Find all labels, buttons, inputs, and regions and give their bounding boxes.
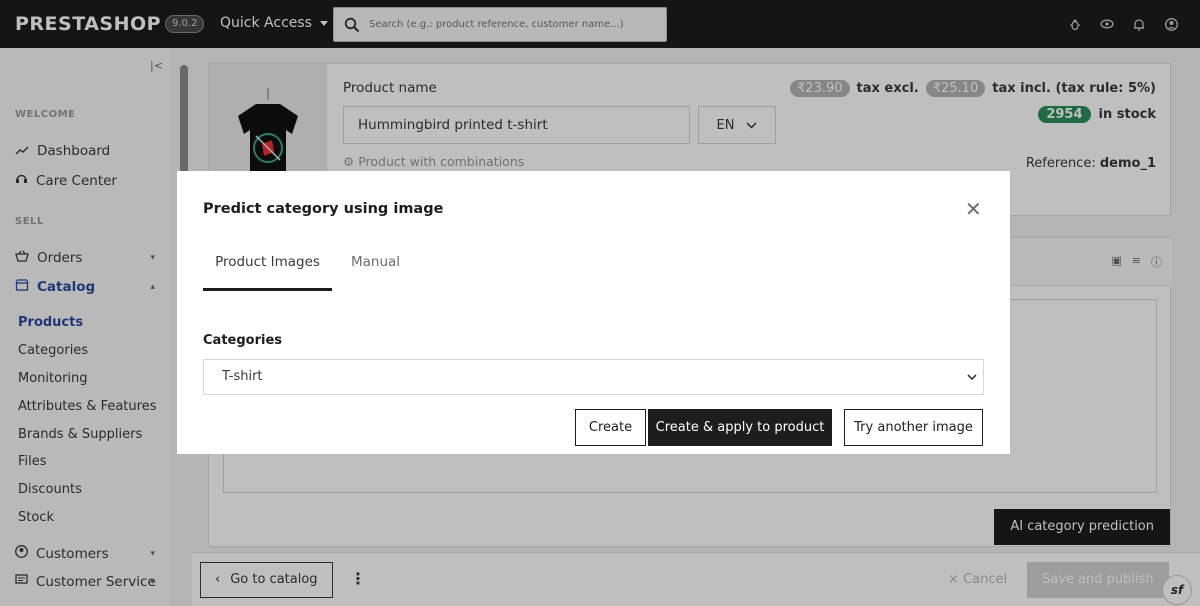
predict-category-modal: Predict category using image ✕ Product I… — [177, 171, 1010, 454]
categories-select[interactable]: T-shirt — [203, 359, 984, 395]
selected-category: T-shirt — [222, 369, 263, 384]
create-and-apply-button[interactable]: Create & apply to product — [648, 409, 832, 446]
modal-title: Predict category using image — [203, 201, 444, 217]
categories-label: Categories — [203, 333, 283, 348]
try-another-image-button[interactable]: Try another image — [844, 409, 983, 446]
chevron-down-icon — [967, 360, 977, 396]
close-icon[interactable]: ✕ — [965, 197, 982, 221]
tab-manual[interactable]: Manual — [351, 254, 400, 270]
tab-product-images[interactable]: Product Images — [203, 254, 332, 291]
create-button[interactable]: Create — [575, 409, 646, 446]
